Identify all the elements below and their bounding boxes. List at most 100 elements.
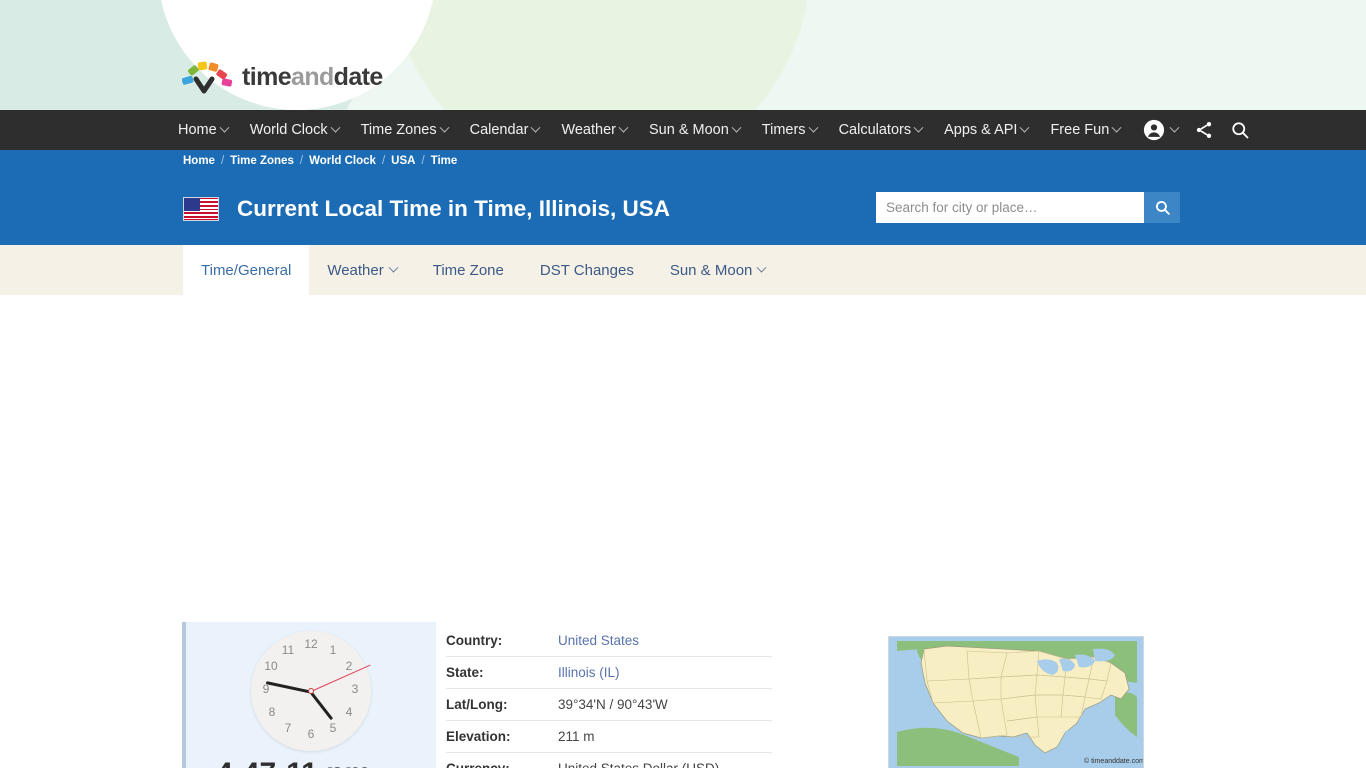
chevron-down-icon bbox=[808, 122, 819, 133]
chevron-down-icon bbox=[1020, 122, 1030, 133]
table-row: Country: United States bbox=[446, 625, 772, 657]
clock-center-hub bbox=[308, 688, 314, 694]
time-value: 4:47:11 pm bbox=[216, 757, 371, 768]
chevron-down-icon bbox=[913, 122, 924, 133]
share-button[interactable] bbox=[1194, 120, 1214, 140]
row-value: Illinois (IL) bbox=[558, 656, 772, 689]
breadcrumb-item-home[interactable]: Home bbox=[183, 155, 215, 167]
search-submit-button[interactable] bbox=[1144, 192, 1180, 223]
breadcrumb-separator: / bbox=[381, 155, 386, 167]
chevron-down-icon bbox=[219, 122, 230, 133]
chevron-down-icon bbox=[530, 122, 541, 133]
tab-sun-moon[interactable]: Sun & Moon bbox=[652, 245, 784, 295]
breadcrumb-separator: / bbox=[220, 155, 225, 167]
clock-number: 1 bbox=[329, 643, 337, 657]
chevron-down-icon bbox=[756, 262, 767, 273]
main-content: 12 1 2 3 4 5 6 7 8 9 10 11 4:47:11 pm CD… bbox=[0, 295, 1366, 768]
chevron-down-icon bbox=[1169, 122, 1180, 133]
clock-number: 12 bbox=[304, 637, 318, 651]
nav-label: Time Zones bbox=[360, 122, 437, 138]
digital-time: 4:47:11 pm CDT bbox=[186, 757, 436, 768]
clock-number: 10 bbox=[264, 659, 278, 673]
nav-item-time-zones[interactable]: Time Zones bbox=[350, 110, 459, 150]
nav-item-apps-api[interactable]: Apps & API bbox=[933, 110, 1039, 150]
breadcrumb-item-time[interactable]: Time bbox=[431, 155, 458, 167]
section-tabs: Time/General Weather Time Zone DST Chang… bbox=[0, 245, 1366, 295]
tab-label: Weather bbox=[327, 261, 384, 279]
breadcrumb-item-world-clock[interactable]: World Clock bbox=[309, 155, 376, 167]
breadcrumb-item-usa[interactable]: USA bbox=[391, 155, 415, 167]
location-info-table: Country: United States State: Illinois (… bbox=[446, 625, 772, 768]
top-banner: timeanddate bbox=[0, 0, 1366, 110]
table-row: Elevation: 211 m bbox=[446, 720, 772, 753]
row-label: State: bbox=[446, 656, 558, 689]
clock-number: 8 bbox=[268, 705, 276, 719]
chevron-down-icon bbox=[731, 122, 742, 133]
nav-item-home[interactable]: Home bbox=[178, 110, 239, 150]
map-credit-text: © timeanddate.com bbox=[1084, 757, 1144, 765]
tab-label: DST Changes bbox=[539, 261, 634, 279]
site-logo[interactable]: timeanddate bbox=[181, 60, 383, 94]
row-value: 211 m bbox=[558, 720, 772, 753]
clock-hour-hand bbox=[309, 691, 334, 721]
clock-number: 2 bbox=[345, 659, 353, 673]
row-value: United States bbox=[558, 625, 772, 657]
nav-label: Calculators bbox=[838, 122, 912, 138]
country-link[interactable]: United States bbox=[558, 633, 639, 648]
nav-label: World Clock bbox=[249, 122, 328, 138]
timeanddate-logo-icon bbox=[181, 60, 234, 94]
tab-time-zone[interactable]: Time Zone bbox=[415, 245, 522, 295]
banner-decor-green bbox=[390, 0, 810, 110]
logo-word-date: date bbox=[333, 62, 384, 91]
clock-number: 4 bbox=[345, 705, 353, 719]
nav-label: Home bbox=[178, 122, 217, 138]
tab-label: Time Zone bbox=[432, 261, 504, 279]
nav-item-calculators[interactable]: Calculators bbox=[828, 110, 934, 150]
location-map[interactable]: © timeanddate.com bbox=[888, 636, 1144, 768]
table-row: Currency: United States Dollar (USD) bbox=[446, 752, 772, 768]
chevron-down-icon bbox=[618, 122, 629, 133]
local-time-widget: 12 1 2 3 4 5 6 7 8 9 10 11 4:47:11 pm CD… bbox=[182, 622, 436, 768]
main-navigation: Home World Clock Time Zones Calendar Wea… bbox=[0, 110, 1366, 150]
nav-icon-group bbox=[1143, 119, 1250, 141]
row-value: 39°34'N / 90°43'W bbox=[558, 688, 772, 721]
breadcrumb-separator: / bbox=[299, 155, 304, 167]
clock-number: 6 bbox=[307, 727, 315, 741]
site-logo-text: timeanddate bbox=[242, 63, 383, 92]
analog-clock: 12 1 2 3 4 5 6 7 8 9 10 11 bbox=[251, 631, 371, 751]
nav-label: Timers bbox=[761, 122, 806, 138]
breadcrumb-separator: / bbox=[421, 155, 425, 167]
row-value: United States Dollar (USD) bbox=[558, 752, 772, 768]
row-label: Lat/Long: bbox=[446, 688, 558, 721]
breadcrumb: Home / Time Zones / World Clock / USA / … bbox=[0, 150, 1366, 172]
nav-item-free-fun[interactable]: Free Fun bbox=[1039, 110, 1131, 150]
clock-number: 11 bbox=[281, 643, 295, 657]
nav-label: Sun & Moon bbox=[648, 122, 729, 138]
nav-item-world-clock[interactable]: World Clock bbox=[239, 110, 350, 150]
table-row: State: Illinois (IL) bbox=[446, 656, 772, 689]
breadcrumb-item-time-zones[interactable]: Time Zones bbox=[230, 155, 294, 167]
nav-item-calendar[interactable]: Calendar bbox=[459, 110, 551, 150]
nav-label: Calendar bbox=[469, 122, 529, 138]
search-input[interactable] bbox=[876, 192, 1144, 223]
nav-item-weather[interactable]: Weather bbox=[550, 110, 638, 150]
page-title: Current Local Time in Time, Illinois, US… bbox=[237, 195, 671, 221]
account-menu[interactable] bbox=[1143, 119, 1180, 141]
search-toggle[interactable] bbox=[1230, 120, 1250, 140]
logo-word-and: and bbox=[291, 62, 334, 91]
tab-label: Time/General bbox=[201, 261, 292, 279]
tab-time-general[interactable]: Time/General bbox=[183, 245, 310, 295]
clock-number: 7 bbox=[284, 721, 292, 735]
logo-word-time: time bbox=[242, 62, 292, 91]
table-row: Lat/Long: 39°34'N / 90°43'W bbox=[446, 688, 772, 721]
nav-item-timers[interactable]: Timers bbox=[751, 110, 828, 150]
chevron-down-icon bbox=[1111, 122, 1122, 133]
tab-weather[interactable]: Weather bbox=[309, 245, 414, 295]
state-link[interactable]: Illinois (IL) bbox=[558, 665, 620, 680]
tab-dst-changes[interactable]: DST Changes bbox=[522, 245, 652, 295]
tab-label: Sun & Moon bbox=[669, 261, 753, 279]
chevron-down-icon bbox=[388, 262, 399, 273]
us-flag-icon bbox=[183, 196, 219, 221]
clock-number: 3 bbox=[351, 682, 359, 696]
nav-item-sun-moon[interactable]: Sun & Moon bbox=[638, 110, 751, 150]
